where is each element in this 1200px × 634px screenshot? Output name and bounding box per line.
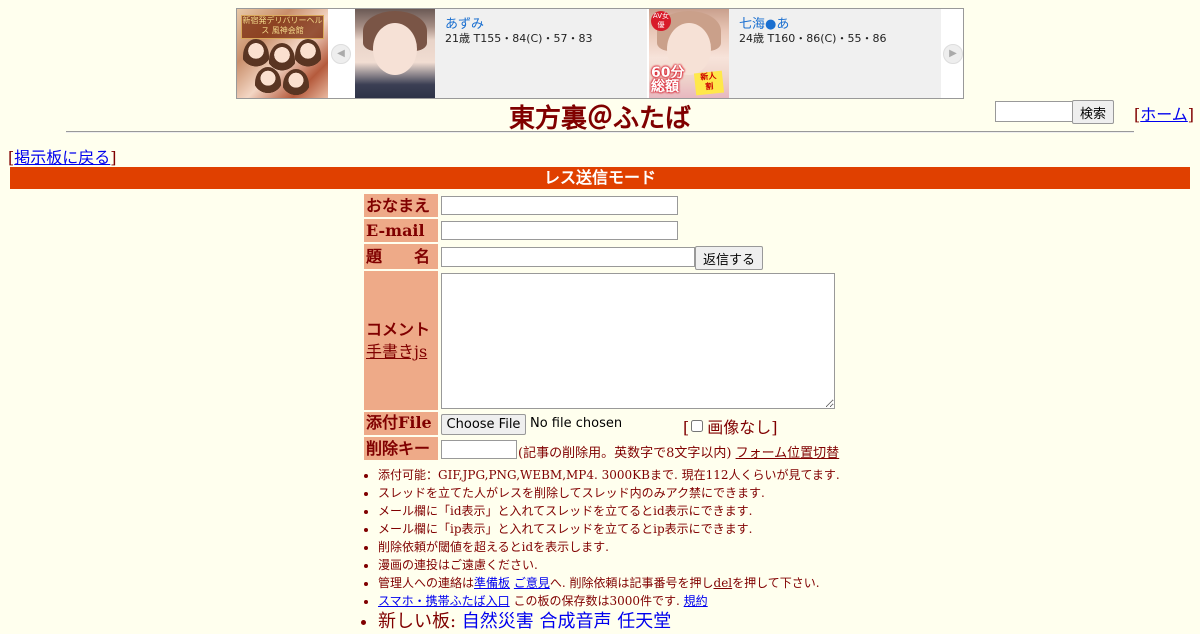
banner-card-1[interactable]: あずみ 21歳 T155・84(C)・57・83 [355,9,647,98]
delete-key-field[interactable] [441,440,517,459]
list-item: スレッドを立てた人がレスを削除してスレッド内のみアク禁にできます. [378,484,898,502]
new-boards-prefix: 新しい板: [378,611,462,632]
form-position-toggle-link[interactable]: フォーム位置切替 [736,446,840,461]
list-item: 削除依頼が閾値を超えるとidを表示します. [378,538,898,556]
comment-label: コメント [366,320,431,339]
banner-logo-image[interactable]: 新宿発デリバリーヘルス 風神会館 [237,9,328,98]
search-input[interactable] [995,101,1077,122]
mobile-entrance-link[interactable]: スマホ・携帯ふたば入口 [378,594,510,608]
prep-board-link[interactable]: 準備板 [474,576,510,590]
list-item: メール欄に「ip表示」と入れてスレッドを立てるとip表示にできます. [378,520,898,538]
promo-badge: 新人割 [693,70,725,96]
subject-field[interactable] [441,247,695,267]
banner-card-2[interactable]: AV女優 60分 総額 新人割 七海●あ 24歳 T160・86(C)・55・86 [649,9,941,98]
no-image-checkbox[interactable] [691,420,704,432]
reply-mode-bar: レス送信モード [10,167,1190,189]
comment-textarea[interactable] [441,273,835,409]
chevron-left-icon[interactable]: ◀ [331,44,351,64]
list-item: スマホ・携帯ふたば入口 この板の保存数は3000件です. 規約 [378,592,898,610]
list-item: 管理人への連絡は準備板 ご意見へ. 削除依頼は記事番号を押しdelを押して下さい… [378,574,898,592]
name-field[interactable] [441,196,678,215]
back-link-wrapper: [掲示板に戻る] [8,148,117,167]
card-stats: 24歳 T160・86(C)・55・86 [739,32,887,45]
board-link-disaster[interactable]: 自然災害 [462,611,534,632]
card-photo[interactable]: AV女優 60分 総額 新人割 [649,9,729,98]
no-image-wrapper: [画像なし] [683,418,778,437]
chevron-right-icon[interactable]: ▶ [943,44,963,64]
email-label: E-mail [364,219,438,242]
list-item: 新しい板: 自然災害 合成音声 任天堂 [378,610,898,634]
list-item: メール欄に「id表示」と入れてスレッドを立てるとid表示にできます. [378,502,898,520]
card-stats: 21歳 T155・84(C)・57・83 [445,32,593,45]
feedback-link[interactable]: ご意見 [514,576,550,590]
list-item: 漫画の連投はご遠慮ください. [378,556,898,574]
choose-file-button[interactable]: Choose File [441,414,526,435]
card-photo[interactable] [355,9,435,98]
delkey-note-wrapper: (記事の削除用。英数字で8文字以内) フォーム位置切替 [518,442,839,461]
back-to-board-link[interactable]: 掲示板に戻る [14,148,110,167]
board-link-voice-synth[interactable]: 合成音声 [540,611,612,632]
handwrite-js-link[interactable]: 手書きjs [366,342,427,361]
ad-banner[interactable]: 新宿発デリバリーヘルス 風神会館 ◀ あずみ 21歳 T155・84(C)・57… [236,8,964,99]
del-link[interactable]: del [714,576,733,590]
home-link[interactable]: ホーム [1140,105,1188,124]
terms-link[interactable]: 規約 [684,594,708,608]
delkey-label: 削除キー [364,437,438,460]
home-link-wrapper: [ホーム] [1134,105,1195,124]
name-label: おなまえ [364,194,438,217]
rules-list: 添付可能：GIF,JPG,PNG,WEBM,MP4. 3000KBまで. 現在1… [360,466,898,634]
delkey-note: (記事の削除用。英数字で8文字以内) [518,446,732,461]
list-item: 添付可能：GIF,JPG,PNG,WEBM,MP4. 3000KBまで. 現在1… [378,466,898,484]
av-badge: AV女優 [651,11,671,31]
board-link-nintendo[interactable]: 任天堂 [617,611,671,632]
email-field[interactable] [441,221,678,240]
submit-button[interactable]: 返信する [695,246,763,270]
file-status: No file chosen [530,416,623,431]
search-button[interactable]: 検索 [1072,100,1114,124]
banner-logo-text: 新宿発デリバリーヘルス 風神会館 [241,15,324,39]
file-label: 添付File [364,412,438,435]
promo-text: 60分 総額 [651,65,685,95]
subject-label: 題 名 [364,244,438,269]
no-image-label: 画像なし [707,418,772,437]
divider [66,131,1134,133]
comment-label-cell: コメント 手書きjs [364,271,438,410]
